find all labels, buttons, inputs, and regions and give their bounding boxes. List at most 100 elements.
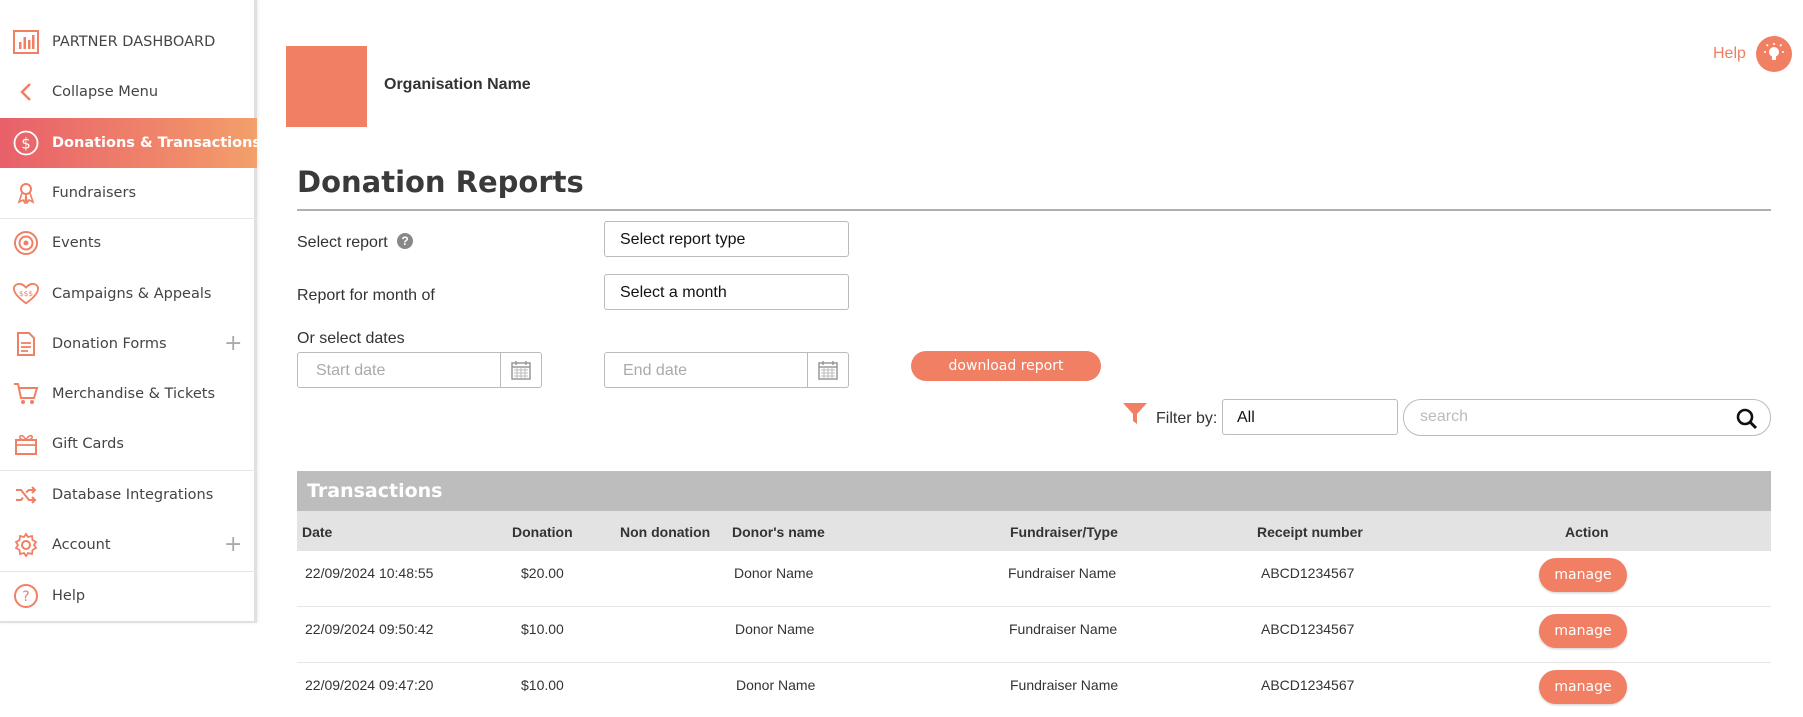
sidebar-item-merchandise-tickets[interactable]: Merchandise & Tickets	[0, 374, 257, 414]
sidebar-item-donations-transactions[interactable]: $ Donations & Transactions	[0, 118, 261, 168]
table-row: 22/09/2024 09:47:20 $10.00 Donor Name Fu…	[297, 663, 1771, 717]
calendar-icon[interactable]	[500, 353, 541, 387]
col-non-donation[interactable]: Non donation	[620, 524, 710, 540]
ribbon-icon	[13, 180, 39, 206]
svg-text:$$$: $$$	[19, 289, 33, 298]
col-action: Action	[1565, 524, 1609, 540]
select-report-label: Select report	[297, 234, 388, 251]
organisation-logo	[286, 46, 367, 127]
question-icon[interactable]: ?	[397, 233, 413, 249]
sidebar-item-account[interactable]: Account +	[0, 525, 257, 565]
sidebar-item-donation-forms[interactable]: Donation Forms +	[0, 324, 257, 364]
col-fundraiser-type[interactable]: Fundraiser/Type	[1010, 524, 1118, 540]
funnel-icon	[1122, 401, 1148, 432]
transactions-header: Transactions	[297, 471, 1771, 511]
cell-fundraiser: Fundraiser Name	[1009, 621, 1118, 637]
cell-receipt: ABCD1234567	[1261, 621, 1355, 637]
col-date[interactable]: Date	[302, 524, 332, 540]
expand-plus-icon[interactable]: +	[224, 534, 242, 556]
sidebar-item-gift-cards[interactable]: Gift Cards	[0, 424, 257, 464]
manage-button[interactable]: manage	[1539, 670, 1627, 704]
gear-icon	[13, 532, 39, 558]
lightbulb-icon[interactable]	[1756, 36, 1792, 72]
cell-receipt: ABCD1234567	[1261, 565, 1355, 581]
sidebar-item-label: Campaigns & Appeals	[52, 286, 212, 302]
target-icon	[13, 230, 39, 256]
start-date-field[interactable]: Start date	[297, 352, 542, 388]
sidebar-item-label: Merchandise & Tickets	[52, 386, 215, 402]
dollar-circle-icon: $	[13, 130, 39, 156]
page-title: Donation Reports	[297, 165, 584, 199]
transactions-title: Transactions	[307, 480, 443, 502]
sidebar-item-collapse-menu[interactable]: Collapse Menu	[0, 72, 257, 112]
cell-donation: $10.00	[521, 621, 564, 637]
svg-text:?: ?	[22, 589, 29, 605]
search-box	[1403, 399, 1771, 436]
gift-icon	[13, 431, 39, 457]
col-donor-name[interactable]: Donor's name	[732, 524, 825, 540]
cell-donation: $20.00	[521, 565, 564, 581]
table-row: 22/09/2024 09:50:42 $10.00 Donor Name Fu…	[297, 607, 1771, 663]
cell-fundraiser: Fundraiser Name	[1008, 565, 1117, 581]
manage-button[interactable]: manage	[1539, 614, 1627, 648]
cell-donor: Donor Name	[736, 677, 816, 693]
sidebar-item-campaigns-appeals[interactable]: $$$ Campaigns & Appeals	[0, 274, 257, 314]
help-link[interactable]: Help	[1713, 45, 1746, 63]
end-date-placeholder: End date	[623, 362, 688, 379]
cell-donor: Donor Name	[734, 565, 814, 581]
table-column-headers: Date Donation Non donation Donor's name …	[297, 511, 1771, 551]
sidebar-item-label: Account	[52, 537, 111, 553]
chevron-left-icon	[13, 79, 39, 105]
select-dates-label: Or select dates	[297, 330, 405, 347]
sidebar-item-fundraisers[interactable]: Fundraisers	[0, 173, 257, 213]
sidebar-item-label: PARTNER DASHBOARD	[52, 34, 216, 50]
bar-chart-icon	[13, 29, 39, 55]
svg-text:$: $	[21, 135, 31, 153]
sidebar-item-label: Donations & Transactions	[52, 135, 262, 151]
organisation-name: Organisation Name	[384, 76, 531, 93]
sidebar-item-help[interactable]: ? Help	[0, 576, 257, 616]
sidebar-item-label: Gift Cards	[52, 436, 124, 452]
cell-date: 22/09/2024 10:48:55	[305, 565, 434, 581]
sidebar-item-label: Donation Forms	[52, 336, 167, 352]
sidebar-divider	[0, 218, 257, 219]
sidebar-item-label: Database Integrations	[52, 487, 214, 503]
sidebar-divider	[0, 470, 257, 471]
end-date-field[interactable]: End date	[604, 352, 849, 388]
search-icon[interactable]	[1736, 408, 1758, 435]
manage-button[interactable]: manage	[1539, 558, 1627, 592]
cell-donor: Donor Name	[735, 621, 815, 637]
heart-money-icon: $$$	[13, 281, 39, 307]
sidebar-item-database-integrations[interactable]: Database Integrations	[0, 475, 257, 515]
col-donation[interactable]: Donation	[512, 524, 573, 540]
sidebar-item-partner-dashboard[interactable]: PARTNER DASHBOARD	[0, 22, 257, 62]
sidebar-item-label: Help	[52, 588, 86, 604]
sidebar: PARTNER DASHBOARD Collapse Menu $ Donati…	[0, 0, 261, 623]
sidebar-item-label: Collapse Menu	[52, 84, 159, 100]
start-date-placeholder: Start date	[316, 362, 386, 379]
report-type-select[interactable]: Select report type	[604, 221, 849, 257]
filter-select[interactable]: All	[1222, 399, 1398, 435]
cell-receipt: ABCD1234567	[1261, 677, 1355, 693]
cell-date: 22/09/2024 09:50:42	[305, 621, 434, 637]
table-row: 22/09/2024 10:48:55 $20.00 Donor Name Fu…	[297, 551, 1771, 607]
expand-plus-icon[interactable]: +	[224, 333, 242, 355]
cell-donation: $10.00	[521, 677, 564, 693]
report-month-label: Report for month of	[297, 287, 435, 304]
document-icon	[13, 331, 39, 357]
search-input[interactable]	[1420, 408, 1720, 426]
sidebar-item-label: Fundraisers	[52, 185, 136, 201]
sidebar-divider	[0, 571, 257, 572]
sidebar-item-label: Events	[52, 235, 102, 251]
sidebar-item-events[interactable]: Events	[0, 223, 257, 263]
cell-date: 22/09/2024 09:47:20	[305, 677, 434, 693]
col-receipt-number[interactable]: Receipt number	[1257, 524, 1363, 540]
cart-icon	[13, 381, 39, 407]
filter-label: Filter by:	[1156, 410, 1218, 427]
calendar-icon[interactable]	[807, 353, 848, 387]
download-report-button[interactable]: download report	[911, 351, 1101, 381]
question-circle-icon: ?	[13, 583, 39, 609]
cell-fundraiser: Fundraiser Name	[1010, 677, 1119, 693]
month-select[interactable]: Select a month	[604, 274, 849, 310]
title-divider	[297, 209, 1771, 211]
